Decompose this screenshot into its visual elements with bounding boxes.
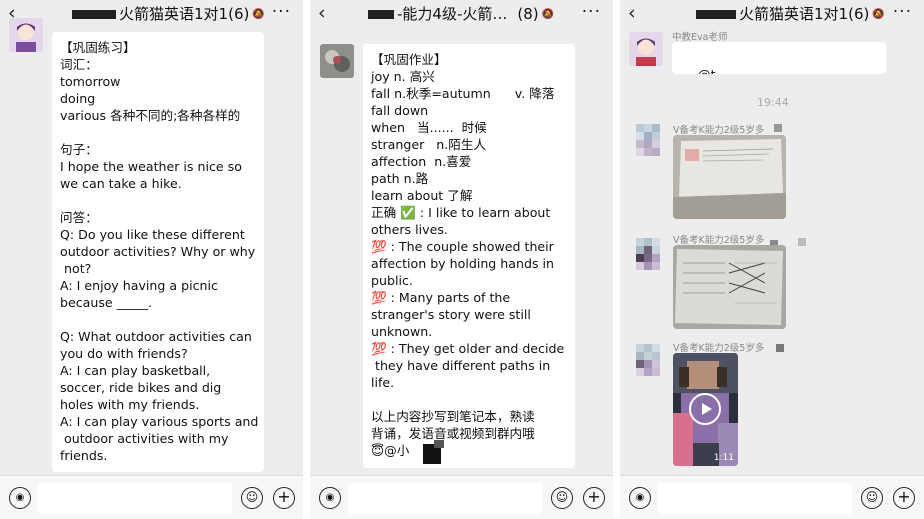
more-icon[interactable]: ···: [582, 2, 601, 22]
redacted-name: [798, 238, 806, 246]
voice-icon[interactable]: ◉: [319, 487, 341, 509]
sender-name: V备考K能力2级5岁多: [673, 125, 765, 136]
back-icon[interactable]: ‹: [628, 2, 636, 24]
message-bubble[interactable]: @t 子 @: [672, 42, 886, 74]
chat-header: ‹ 火箭猫英语1对1(6) 🔕 ···: [0, 0, 303, 28]
chat-header: ‹ -能力4级-火箭… (8) 🔕 ···: [310, 0, 613, 28]
avatar[interactable]: [636, 238, 660, 274]
chat-title-text: 火箭猫英语1对1(6): [119, 5, 250, 23]
more-icon[interactable]: ···: [893, 2, 912, 22]
chat-header: ‹ 火箭猫英语1对1(6) 🔕 ···: [620, 0, 924, 28]
chat-panel-1: ‹ 火箭猫英语1对1(6) 🔕 ··· 【巩固练习】 词汇： tomorrow d…: [0, 0, 303, 519]
chat-panel-2: ‹ -能力4级-火箭… (8) 🔕 ··· 【巩固作业】 joy n. 高兴 fal…: [310, 0, 613, 519]
voice-icon[interactable]: ◉: [9, 487, 31, 509]
sender-name: 中教Eva老师: [672, 32, 728, 43]
chat-title-text: 火箭猫英语1对1(6): [739, 5, 870, 23]
chat-title: 火箭猫英语1对1(6) 🔕: [72, 4, 265, 25]
avatar[interactable]: [9, 18, 43, 52]
avatar[interactable]: [629, 32, 663, 66]
message-bubble[interactable]: 【巩固作业】 joy n. 高兴 fall n.秋季=autumn v. 降落 …: [363, 44, 575, 468]
chat-title-text: -能力4级-火箭…: [397, 5, 508, 23]
timestamp: 19:44: [757, 96, 789, 109]
video-message[interactable]: 1:11: [673, 353, 738, 466]
message-input[interactable]: [658, 483, 852, 515]
avatar[interactable]: [636, 124, 660, 164]
plus-icon[interactable]: +: [893, 487, 915, 509]
redacted-name: [72, 10, 116, 19]
input-bar: ◉ ☺ +: [310, 475, 613, 519]
avatar[interactable]: [320, 44, 354, 78]
redacted-mention: [434, 440, 444, 448]
mute-icon: 🔕: [872, 8, 885, 20]
sender-name: V备考K能力2级5岁多: [673, 235, 765, 246]
message-input[interactable]: [38, 483, 232, 515]
emoji-icon[interactable]: ☺: [551, 487, 573, 509]
mute-icon: 🔕: [541, 8, 555, 20]
member-count: (8): [517, 5, 539, 23]
avatar[interactable]: [636, 344, 660, 384]
input-bar: ◉ ☺ +: [620, 475, 924, 519]
photo-message[interactable]: [673, 135, 786, 219]
video-duration: 1:11: [713, 453, 734, 463]
mute-icon: 🔕: [252, 8, 265, 20]
plus-icon[interactable]: +: [273, 487, 295, 509]
chat-title: -能力4级-火箭… (8) 🔕: [368, 4, 554, 25]
redacted-name: [696, 10, 736, 19]
plus-icon[interactable]: +: [583, 487, 605, 509]
redacted-name: [774, 124, 782, 132]
redacted-name: [368, 10, 394, 19]
photo-message[interactable]: [673, 245, 786, 329]
message-input[interactable]: [348, 483, 542, 515]
more-icon[interactable]: ···: [272, 2, 291, 22]
chat-title: 火箭猫英语1对1(6) 🔕: [696, 4, 885, 25]
input-bar: ◉ ☺ +: [0, 475, 303, 519]
chat-panel-3: ‹ 火箭猫英语1对1(6)🔕 ··· 中教Eva老师 @t 子 @ 19:44 …: [620, 0, 924, 519]
sender-name: V备考K能力2级5岁多: [673, 343, 765, 354]
back-icon[interactable]: ‹: [318, 2, 326, 24]
message-bubble[interactable]: 【巩固练习】 词汇： tomorrow doing various 各种不同的;…: [52, 32, 264, 472]
play-icon[interactable]: [689, 393, 721, 425]
redacted-name: [776, 344, 784, 352]
emoji-icon[interactable]: ☺: [861, 487, 883, 509]
emoji-icon[interactable]: ☺: [241, 487, 263, 509]
mention-text: @t: [698, 67, 716, 74]
voice-icon[interactable]: ◉: [629, 487, 651, 509]
